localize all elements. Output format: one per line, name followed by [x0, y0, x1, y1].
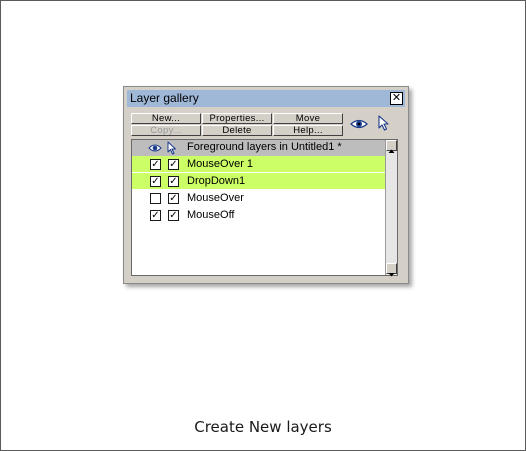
- caption: Create New layers: [194, 418, 332, 436]
- new-button[interactable]: New...: [131, 113, 201, 124]
- arrow-down-icon: [388, 273, 395, 277]
- layer-name: MouseOver 1: [187, 158, 254, 170]
- panel-title: Layer gallery: [130, 91, 199, 105]
- layer-name: MouseOver: [187, 192, 244, 204]
- arrow-up-icon: [388, 149, 395, 153]
- layer-name: DropDown1: [187, 175, 246, 187]
- pointer-icon[interactable]: [378, 115, 390, 131]
- copy-button[interactable]: Copy...: [131, 125, 201, 136]
- layer-row-mouseoff[interactable]: ✓ ✓ MouseOff: [132, 207, 385, 223]
- eye-icon: [148, 144, 162, 152]
- visible-checkbox[interactable]: ✓: [150, 159, 161, 170]
- layer-row-mouseover[interactable]: ✓ MouseOver: [132, 190, 385, 206]
- scroll-down-button[interactable]: [386, 263, 397, 277]
- close-icon: ✕: [391, 91, 402, 104]
- editable-checkbox[interactable]: ✓: [168, 176, 179, 187]
- layer-row-mouseover-1[interactable]: ✓ ✓ MouseOver 1: [132, 156, 385, 172]
- eye-icon[interactable]: [350, 118, 368, 130]
- editable-checkbox[interactable]: ✓: [168, 193, 179, 204]
- visible-checkbox[interactable]: ✓: [150, 176, 161, 187]
- help-button[interactable]: Help...: [273, 125, 343, 136]
- pointer-icon: [167, 141, 176, 155]
- layer-gallery-panel: Layer gallery ✕ New... Properties... Mov…: [123, 86, 409, 284]
- vertical-scrollbar[interactable]: [385, 140, 397, 277]
- delete-button[interactable]: Delete: [202, 125, 272, 136]
- close-button[interactable]: ✕: [390, 92, 403, 105]
- properties-button[interactable]: Properties...: [202, 113, 272, 124]
- editable-checkbox[interactable]: ✓: [168, 210, 179, 221]
- move-button[interactable]: Move: [273, 113, 343, 124]
- visible-checkbox[interactable]: ✓: [150, 210, 161, 221]
- layer-name: MouseOff: [187, 209, 235, 221]
- layer-list: Foreground layers in Untitled1 * ✓ ✓ Mou…: [131, 139, 398, 277]
- list-header: Foreground layers in Untitled1 *: [132, 140, 385, 156]
- titlebar[interactable]: Layer gallery ✕: [127, 90, 405, 107]
- editable-checkbox[interactable]: ✓: [168, 159, 179, 170]
- header-label: Foreground layers in Untitled1 *: [187, 141, 342, 153]
- visible-checkbox[interactable]: [150, 193, 161, 204]
- layer-row-dropdown1[interactable]: ✓ ✓ DropDown1: [132, 173, 385, 189]
- scroll-up-button[interactable]: [386, 140, 397, 153]
